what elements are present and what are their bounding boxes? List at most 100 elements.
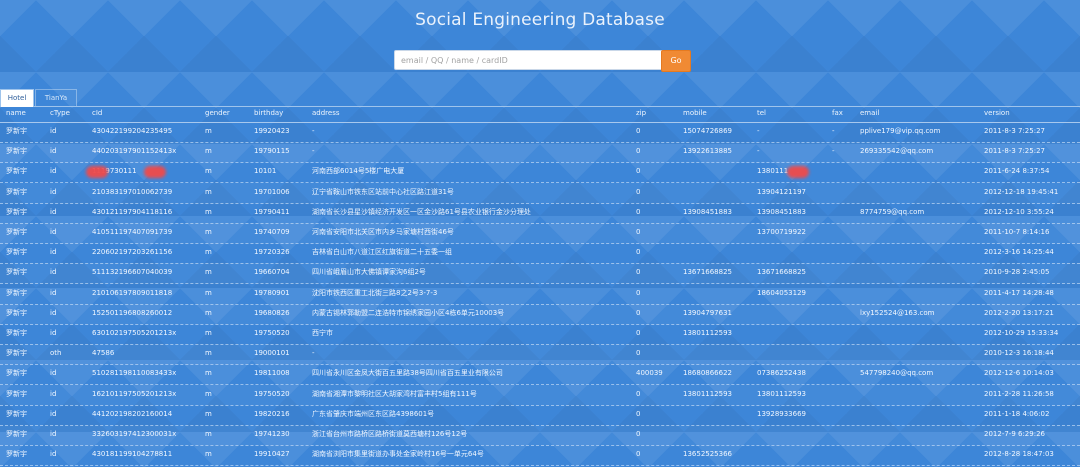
table-row[interactable]: 罗新宇 id 441202198202160014 m 19820216 广东省肇庆市端州… bbox=[0, 405, 1080, 426]
table-row[interactable]: 罗新宇 id 220602197203261156 m 19720326 吉林省白山市八道… bbox=[0, 243, 1080, 265]
go-button[interactable]: Go bbox=[661, 50, 691, 72]
column-header-ctype[interactable]: cType bbox=[50, 106, 70, 121]
cell-birthday: 19920423 bbox=[254, 127, 290, 135]
cell-email: 269335542@qq.com bbox=[860, 147, 934, 156]
column-header-cid[interactable]: cId bbox=[92, 106, 102, 121]
cell-name: 罗新宇 bbox=[6, 187, 27, 196]
cell-address: 河南西部6014号5楼广电大厦 bbox=[312, 167, 405, 176]
cell-birthday: 19811008 bbox=[254, 369, 290, 378]
cell-ctype: oth bbox=[50, 349, 62, 358]
cell-cid: 440203197901152413x bbox=[92, 147, 177, 156]
cell-version: 2011-4-17 14:28:48 bbox=[984, 288, 1054, 297]
cell-birthday: 19780901 bbox=[254, 288, 290, 297]
cell-birthday: 19720326 bbox=[254, 248, 290, 257]
column-header-version[interactable]: version bbox=[984, 106, 1010, 121]
cell-address: 浙江省台州市路桥区路桥街道莫西塘村126号12号 bbox=[312, 430, 468, 438]
cell-version: 2011-10-7 8:14:16 bbox=[984, 228, 1050, 236]
cell-tel: 07386252438 bbox=[757, 369, 806, 378]
cell-name: 罗新宇 bbox=[6, 329, 27, 337]
tab-tianya[interactable]: TianYa bbox=[35, 89, 77, 106]
search-input[interactable] bbox=[394, 50, 670, 70]
table-row[interactable]: 罗新宇 id 162101197505201213x m 19750520 湖南省湘潭市黎… bbox=[0, 385, 1080, 406]
cell-address: 辽宁省鞍山市铁东区站前中心社区路江道31号 bbox=[312, 187, 454, 196]
cell-cid: 332603197412300031x bbox=[92, 430, 177, 438]
cell-gender: m bbox=[205, 409, 212, 418]
cell-zip: 0 bbox=[636, 127, 641, 135]
cell-address: 广东省肇庆市端州区东区路4398601号 bbox=[312, 409, 435, 418]
cell-birthday: 19750520 bbox=[254, 329, 290, 337]
cell-address: 吉林省白山市八道江区红旗街道二十五委一组 bbox=[312, 248, 452, 257]
cell-gender: m bbox=[205, 288, 212, 297]
table-row[interactable]: 罗新宇 id 440203197901152413x m 19790115 - 0 13922… bbox=[0, 142, 1080, 164]
cell-version: 2012-2-20 13:17:21 bbox=[984, 308, 1054, 317]
cell-gender: m bbox=[205, 329, 212, 337]
column-header-tel[interactable]: tel bbox=[757, 106, 766, 121]
table-row[interactable]: 罗新宇 id 210383197010062739 m 19701006 辽宁省鞍山市铁东… bbox=[0, 183, 1080, 204]
cell-mobile: 15074726869 bbox=[683, 127, 732, 135]
cell-address: 四川省峨眉山市大佛镇谭家沟6组2号 bbox=[312, 268, 426, 277]
table-row[interactable]: 罗新宇 id 511132196607040039 m 19660704 四川省峨眉山市大… bbox=[0, 263, 1080, 285]
cell-ctype: id bbox=[50, 369, 57, 378]
cell-name: 罗新宇 bbox=[6, 127, 27, 135]
column-header-mobile[interactable]: mobile bbox=[683, 106, 707, 121]
cell-cid: 410511197407091739 bbox=[92, 228, 173, 236]
cell-email: 547798240@qq.com bbox=[860, 369, 934, 378]
column-header-address[interactable]: address bbox=[312, 106, 340, 121]
cell-birthday: 19790115 bbox=[254, 147, 290, 156]
cell-name: 罗新宇 bbox=[6, 430, 27, 438]
cell-zip: 0 bbox=[636, 308, 641, 317]
cell-gender: m bbox=[205, 147, 212, 156]
table-row[interactable]: 罗新宇 id 332603197412300031x m 19741230 浙江省台州市路… bbox=[0, 425, 1080, 446]
cell-version: 2012-12-18 19:45:41 bbox=[984, 187, 1059, 196]
column-header-email[interactable]: email bbox=[860, 106, 879, 121]
column-header-gender[interactable]: gender bbox=[205, 106, 230, 121]
cell-gender: m bbox=[205, 369, 212, 378]
cell-gender: m bbox=[205, 308, 212, 317]
cell-mobile: 13922613885 bbox=[683, 147, 732, 156]
cell-gender: m bbox=[205, 430, 212, 438]
cell-tel: 13801112593 bbox=[757, 389, 806, 398]
redaction-mark bbox=[787, 166, 809, 179]
table-row[interactable]: 罗新宇 id 630102197505201213x m 19750520 西宁市 0 138… bbox=[0, 324, 1080, 345]
cell-address: 湖南省长沙县星沙镇经济开发区一区金沙路61号县农业银行金沙分理处 bbox=[312, 207, 531, 216]
cell-address: - bbox=[312, 147, 315, 156]
cell-address: - bbox=[312, 127, 315, 135]
cell-tel: 13671668825 bbox=[757, 268, 806, 277]
cell-address: 内蒙古锡林郭勒盟二连浩特市锦绣家园小区4栋6单元10003号 bbox=[312, 308, 505, 317]
table-row[interactable]: 罗新宇 id 210106197809011818 m 19780901 沈阳市铁西区重工… bbox=[0, 284, 1080, 305]
table-header: name cType cId gender birthday address z… bbox=[0, 106, 1080, 123]
table-row[interactable]: 罗新宇 id 430181199104278811 m 19910427 湖南省浏阳市集里… bbox=[0, 445, 1080, 467]
table-row[interactable]: 罗新宇 id 410511197407091739 m 19740709 河南省安阳市北关… bbox=[0, 223, 1080, 244]
cell-mobile: 13908451883 bbox=[683, 207, 732, 216]
cell-tel: 18604053129 bbox=[757, 288, 806, 297]
cell-cid: 510281198110083433x bbox=[92, 369, 177, 378]
column-header-birthday[interactable]: birthday bbox=[254, 106, 283, 121]
table-row[interactable]: 罗新宇 id 430422199204235495 m 19920423 - 0 150747… bbox=[0, 122, 1080, 143]
cell-version: 2012-12-6 10:14:03 bbox=[984, 369, 1054, 378]
cell-cid: 210106197809011818 bbox=[92, 288, 173, 297]
cell-mobile: 13801112593 bbox=[683, 389, 732, 398]
cell-gender: m bbox=[205, 187, 212, 196]
cell-cid: 441202198202160014 bbox=[92, 409, 173, 418]
cell-cid: 210383197010062739 bbox=[92, 187, 173, 196]
table-row[interactable]: 罗新宇 id 430121197904118116 m 19790411 湖南省长沙县星沙… bbox=[0, 203, 1080, 224]
redaction-mark bbox=[86, 166, 108, 179]
cell-version: 2011-1-18 4:06:02 bbox=[984, 409, 1050, 418]
table-row[interactable]: 罗新宇 id 1119730111 m 10101 河南西部6014号5楼广电大厦 0 138… bbox=[0, 162, 1080, 184]
cell-zip: 0 bbox=[636, 167, 641, 176]
table-row[interactable]: 罗新宇 id 510281198110083433x m 19811008 四川省永川区金… bbox=[0, 364, 1080, 386]
cell-birthday: 19910427 bbox=[254, 450, 290, 459]
cell-ctype: id bbox=[50, 228, 57, 236]
tab-hotel[interactable]: Hotel bbox=[0, 89, 34, 107]
table-row[interactable]: 罗新宇 oth 47586 m 19000101 - 0 2010-12-3 16:18:44 bbox=[0, 344, 1080, 366]
page-title: Social Engineering Database bbox=[415, 10, 665, 30]
cell-name: 罗新宇 bbox=[6, 409, 27, 418]
table-row[interactable]: 罗新宇 id 152501196808260012 m 19680826 内蒙古锡林郭勒盟… bbox=[0, 304, 1080, 325]
column-header-name[interactable]: name bbox=[6, 106, 26, 121]
cell-ctype: id bbox=[50, 389, 57, 398]
column-header-fax[interactable]: fax bbox=[832, 106, 843, 121]
cell-ctype: id bbox=[50, 207, 57, 216]
column-header-zip[interactable]: zip bbox=[636, 106, 646, 121]
cell-birthday: 19741230 bbox=[254, 430, 290, 438]
cell-gender: m bbox=[205, 450, 212, 459]
